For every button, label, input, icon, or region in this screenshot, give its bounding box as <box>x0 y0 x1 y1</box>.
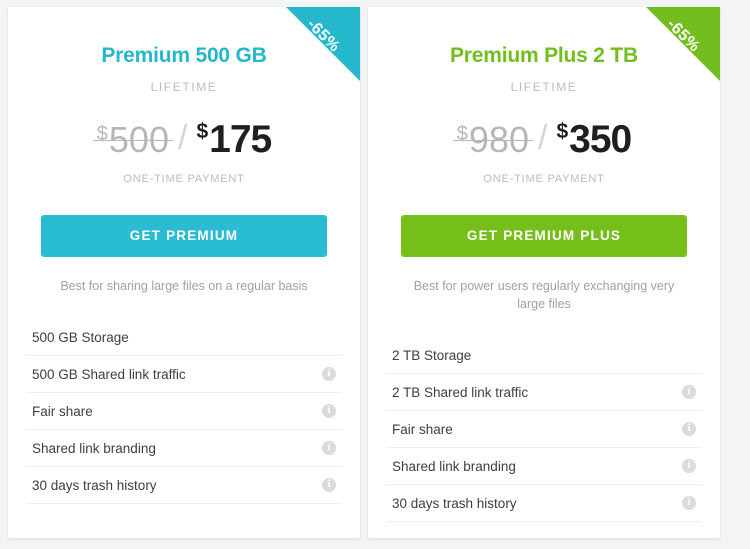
price-old-currency: $ <box>456 122 468 145</box>
info-icon[interactable]: i <box>682 459 696 474</box>
feature-label: 30 days trash history <box>32 477 157 493</box>
feature-label: Shared link branding <box>392 458 516 474</box>
plan-period: LIFETIME <box>150 80 218 94</box>
info-icon[interactable]: i <box>322 404 336 419</box>
feature-row: 2 TB Shared link traffic i <box>386 374 702 412</box>
price-old: $980 <box>452 118 534 160</box>
get-premium-button[interactable]: GET PREMIUM <box>41 215 327 257</box>
price-note: ONE-TIME PAYMENT <box>123 173 245 185</box>
feature-list: 500 GB Storage i 500 GB Shared link traf… <box>26 319 342 505</box>
pricing-page: -65% Premium 500 GB LIFETIME $500/$175 O… <box>0 0 750 549</box>
feature-row: Shared link branding i <box>386 448 702 486</box>
feature-row: Fair share i <box>386 411 702 449</box>
info-icon[interactable]: i <box>322 367 336 382</box>
pricing-card-list: -65% Premium 500 GB LIFETIME $500/$175 O… <box>0 0 750 545</box>
feature-label: 30 days trash history <box>392 495 517 511</box>
feature-row: 30 days trash history i <box>26 467 342 505</box>
feature-list: 2 TB Storage i 2 TB Shared link traffic … <box>386 337 702 523</box>
info-icon[interactable]: i <box>682 422 696 437</box>
feature-label: 2 TB Storage <box>392 347 472 363</box>
price-new: $175 <box>196 118 272 161</box>
price-old: $500 <box>92 118 174 160</box>
price-new-amount: 175 <box>209 118 272 161</box>
info-icon[interactable]: i <box>682 385 696 400</box>
price-separator: / <box>177 118 188 157</box>
price-new-amount: 350 <box>569 118 632 161</box>
plan-tagline: Best for power users regularly exchangin… <box>413 279 675 312</box>
price-row: $980/$350 <box>368 120 720 159</box>
info-icon[interactable]: i <box>682 496 696 511</box>
info-icon[interactable]: i <box>322 478 336 493</box>
feature-label: Fair share <box>32 403 93 419</box>
feature-label: 500 GB Shared link traffic <box>32 366 186 382</box>
plan-period: LIFETIME <box>510 80 578 94</box>
info-icon[interactable]: i <box>322 441 336 456</box>
price-row: $500/$175 <box>8 120 360 159</box>
feature-label: Fair share <box>392 421 453 437</box>
feature-row: 500 GB Shared link traffic i <box>26 356 342 394</box>
feature-row: 30 days trash history i <box>386 485 702 523</box>
feature-label: 500 GB Storage <box>32 329 129 345</box>
plan-title: Premium Plus 2 TB <box>450 44 638 67</box>
pricing-card-premium-plus[interactable]: -65% Premium Plus 2 TB LIFETIME $980/$35… <box>368 7 720 538</box>
price-new-currency: $ <box>196 120 209 143</box>
pricing-card-premium[interactable]: -65% Premium 500 GB LIFETIME $500/$175 O… <box>8 7 360 538</box>
price-new-currency: $ <box>556 120 569 143</box>
feature-label: Shared link branding <box>32 440 156 456</box>
price-separator: / <box>537 118 548 157</box>
price-old-amount: 980 <box>468 118 529 160</box>
feature-row: 500 GB Storage i <box>26 319 342 357</box>
plan-tagline: Best for sharing large files on a regula… <box>60 279 308 293</box>
price-old-currency: $ <box>96 122 108 145</box>
get-premium-plus-button[interactable]: GET PREMIUM PLUS <box>401 215 687 257</box>
feature-row: Fair share i <box>26 393 342 431</box>
feature-row: 2 TB Storage i <box>386 337 702 375</box>
feature-row: Shared link branding i <box>26 430 342 468</box>
price-old-amount: 500 <box>108 118 169 160</box>
plan-title: Premium 500 GB <box>101 44 267 67</box>
price-new: $350 <box>556 118 632 161</box>
price-note: ONE-TIME PAYMENT <box>483 173 605 185</box>
feature-label: 2 TB Shared link traffic <box>392 384 529 400</box>
